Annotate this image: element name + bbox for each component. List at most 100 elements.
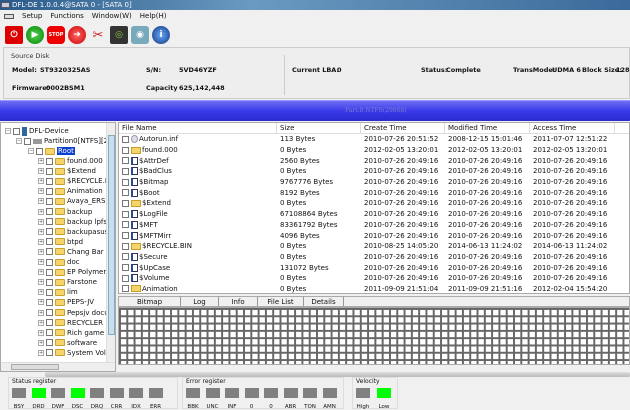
tab-info[interactable]: Info bbox=[219, 297, 258, 306]
scroll-thumb[interactable] bbox=[11, 364, 59, 370]
column-modified-time[interactable]: Modified Time bbox=[445, 123, 530, 133]
scroll-thumb[interactable] bbox=[108, 135, 115, 335]
expand-icon[interactable]: + bbox=[38, 329, 44, 336]
checkbox[interactable] bbox=[46, 329, 53, 337]
checkbox[interactable] bbox=[122, 274, 129, 282]
file-row[interactable]: Animation 0 Bytes 2011-09-09 21:51:04 2011-… bbox=[119, 284, 629, 293]
menu-window[interactable]: Window(W) bbox=[92, 12, 132, 20]
file-row[interactable]: $Boot 8192 Bytes 2010-07-26 20:49:16 2010-0… bbox=[119, 187, 629, 198]
expand-icon[interactable]: + bbox=[38, 168, 44, 175]
stop-icon[interactable]: STOP bbox=[47, 26, 65, 44]
tree-node-folder[interactable]: + $Extend bbox=[38, 166, 96, 176]
checkbox[interactable] bbox=[122, 210, 129, 218]
expand-icon[interactable]: + bbox=[38, 279, 44, 286]
checkbox[interactable] bbox=[46, 349, 53, 357]
checkbox[interactable] bbox=[24, 137, 31, 145]
tree-node-folder[interactable]: + Animation bbox=[38, 186, 103, 196]
file-row[interactable]: $MFTMirr 4096 Bytes 2010-07-26 20:49:16 201… bbox=[119, 230, 629, 241]
tree-node-folder[interactable]: + doc bbox=[38, 257, 80, 267]
expand-icon[interactable]: + bbox=[38, 319, 44, 326]
checkbox[interactable] bbox=[122, 178, 129, 186]
file-row[interactable]: $LogFile 67108864 Bytes 2010-07-26 20:49:1… bbox=[119, 209, 629, 220]
menu-setup[interactable]: Setup bbox=[22, 12, 42, 20]
tree-node-folder[interactable]: + backupasus bbox=[38, 227, 108, 237]
checkbox[interactable] bbox=[122, 167, 129, 175]
file-row[interactable]: $Extend 0 Bytes 2010-07-26 20:49:16 2010-07… bbox=[119, 198, 629, 209]
collapse-icon[interactable]: − bbox=[28, 148, 34, 154]
checkbox[interactable] bbox=[46, 197, 53, 205]
checkbox[interactable] bbox=[46, 278, 53, 286]
checkbox[interactable] bbox=[122, 264, 129, 272]
tree-horizontal-scrollbar[interactable] bbox=[1, 362, 115, 371]
checkbox[interactable] bbox=[46, 238, 53, 246]
checkbox[interactable] bbox=[46, 248, 53, 256]
file-row[interactable]: $Bitmap 9767776 Bytes 2010-07-26 20:49:16 2… bbox=[119, 177, 629, 188]
file-row[interactable]: $MFT 83361792 Bytes 2010-07-26 20:49:16 201… bbox=[119, 220, 629, 231]
expand-icon[interactable]: + bbox=[38, 208, 44, 215]
checkbox[interactable] bbox=[46, 218, 53, 226]
column-file-name[interactable]: File Name bbox=[119, 123, 277, 133]
checkbox[interactable] bbox=[46, 228, 53, 236]
checkbox[interactable] bbox=[122, 253, 129, 261]
checkbox[interactable] bbox=[46, 187, 53, 195]
expand-icon[interactable]: + bbox=[38, 349, 44, 356]
menu-functions[interactable]: Functions bbox=[50, 12, 83, 20]
tree-node-folder[interactable]: + lim bbox=[38, 287, 78, 297]
tree-node-folder[interactable]: + found.000 bbox=[38, 156, 103, 166]
play-icon[interactable]: ▶ bbox=[26, 26, 44, 44]
tree-node-folder[interactable]: + $RECYCLE.BIN bbox=[38, 176, 115, 186]
checkbox[interactable] bbox=[46, 298, 53, 306]
tab-bitmap[interactable]: Bitmap bbox=[119, 297, 181, 306]
checkbox[interactable] bbox=[13, 127, 20, 135]
expand-icon[interactable]: + bbox=[38, 339, 44, 346]
expand-icon[interactable]: + bbox=[38, 158, 44, 164]
collapse-icon[interactable]: − bbox=[16, 138, 22, 144]
checkbox[interactable] bbox=[122, 285, 129, 293]
file-row[interactable]: $UpCase 131072 Bytes 2010-07-26 20:49:16 20… bbox=[119, 262, 629, 273]
file-row[interactable]: $BadClus 0 Bytes 2010-07-26 20:49:16 2010-0… bbox=[119, 166, 629, 177]
tree-node-folder[interactable]: + Avaya_ERS500 bbox=[38, 196, 115, 206]
tree-node-folder[interactable]: + software bbox=[38, 338, 97, 348]
tree-node-folder[interactable]: + Chang Bar Ku bbox=[38, 247, 115, 257]
tree-node-folder[interactable]: + System Volun bbox=[38, 348, 115, 358]
tree-node-folder[interactable]: + Rich game bbox=[38, 328, 104, 338]
monitor-icon[interactable]: ◎ bbox=[110, 26, 128, 44]
column-size[interactable]: Size bbox=[277, 123, 361, 133]
tree-node-folder[interactable]: + PEPS-JV bbox=[38, 297, 94, 307]
partition-bar[interactable]: Part.0 NTFS(29868) bbox=[0, 100, 630, 121]
tree-node-folder[interactable]: + backup lpfser bbox=[38, 217, 114, 227]
expand-icon[interactable]: + bbox=[38, 289, 44, 296]
file-row[interactable]: Autorun.inf 113 Bytes 2010-07-26 20:51:52 2… bbox=[119, 134, 629, 145]
checkbox[interactable] bbox=[122, 146, 129, 154]
disk-icon[interactable]: ◉ bbox=[131, 26, 149, 44]
expand-icon[interactable]: + bbox=[38, 228, 44, 235]
checkbox[interactable] bbox=[36, 147, 43, 155]
arrow-right-icon[interactable]: ➜ bbox=[68, 26, 86, 44]
checkbox[interactable] bbox=[46, 258, 53, 266]
tree-vertical-scrollbar[interactable] bbox=[106, 123, 115, 363]
expand-icon[interactable]: + bbox=[38, 238, 44, 245]
checkbox[interactable] bbox=[46, 268, 53, 276]
file-row[interactable]: $AttrDef 2560 Bytes 2010-07-26 20:49:16 201… bbox=[119, 155, 629, 166]
checkbox[interactable] bbox=[46, 339, 53, 347]
tree-node-folder[interactable]: + Farstone bbox=[38, 277, 97, 287]
file-row[interactable]: found.000 0 Bytes 2012-02-05 13:20:01 2012-… bbox=[119, 145, 629, 156]
checkbox[interactable] bbox=[46, 208, 53, 215]
expand-icon[interactable]: + bbox=[38, 248, 44, 255]
expand-icon[interactable]: + bbox=[38, 299, 44, 306]
expand-icon[interactable]: + bbox=[38, 269, 44, 276]
column-access-time[interactable]: Access Time bbox=[530, 123, 615, 133]
column-create-time[interactable]: Create Time bbox=[361, 123, 445, 133]
checkbox[interactable] bbox=[46, 157, 53, 165]
file-row[interactable]: $Secure 0 Bytes 2010-07-26 20:49:16 2010-07… bbox=[119, 252, 629, 263]
expand-icon[interactable]: + bbox=[38, 309, 44, 316]
tree-node-folder[interactable]: + EP Polymer bbox=[38, 267, 106, 277]
collapse-icon[interactable]: − bbox=[5, 128, 11, 134]
checkbox[interactable] bbox=[122, 189, 129, 197]
file-row[interactable]: $RECYCLE.BIN 0 Bytes 2010-08-25 14:05:20 20… bbox=[119, 241, 629, 252]
tree-node-folder[interactable]: + Pepsjv docun bbox=[38, 308, 113, 318]
checkbox[interactable] bbox=[122, 242, 129, 250]
expand-icon[interactable]: + bbox=[38, 198, 44, 205]
checkbox[interactable] bbox=[46, 167, 53, 175]
tab-file-list[interactable]: File List bbox=[258, 297, 304, 306]
